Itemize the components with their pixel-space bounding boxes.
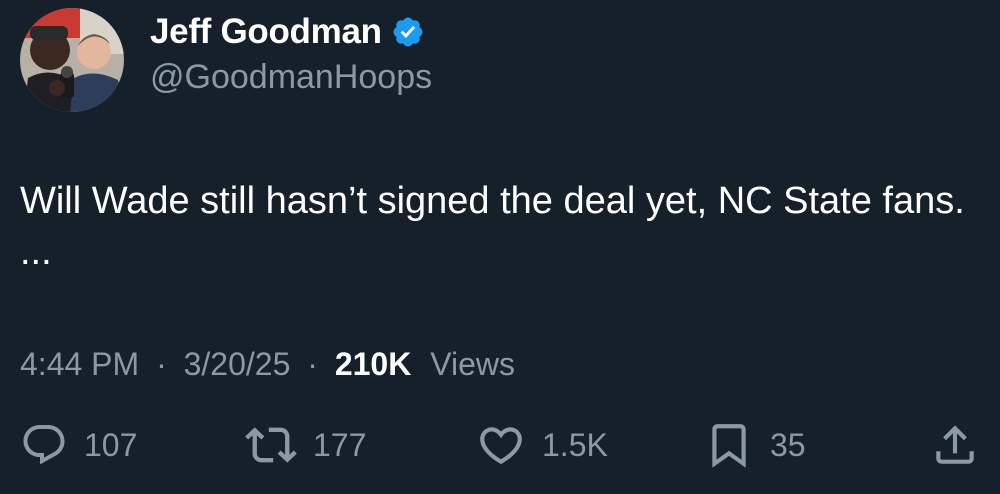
heart-icon — [476, 420, 526, 470]
tweet-meta: 4:44 PM · 3/20/25 · 210K Views — [20, 346, 515, 383]
like-button[interactable]: 1.5K — [476, 420, 608, 470]
share-button[interactable] — [930, 420, 980, 470]
reply-button[interactable]: 107 — [20, 420, 137, 470]
tweet-time[interactable]: 4:44 PM — [20, 346, 139, 382]
author-handle[interactable]: @GoodmanHoops — [150, 58, 432, 97]
repost-button[interactable]: 177 — [245, 420, 366, 470]
views-count: 210K — [334, 346, 412, 382]
meta-separator: · — [307, 346, 318, 382]
action-bar: 107 177 1.5K 35 — [0, 420, 1000, 470]
bookmark-count: 35 — [770, 426, 806, 463]
avatar-image — [20, 8, 124, 112]
reply-icon — [20, 421, 68, 469]
bookmark-icon — [704, 420, 754, 470]
tweet-card: Jeff Goodman @GoodmanHoops Will Wade sti… — [0, 0, 1000, 494]
repost-count: 177 — [313, 426, 367, 463]
repost-icon — [245, 419, 297, 471]
tweet-text: Will Wade still hasn’t signed the deal y… — [20, 180, 976, 273]
like-count: 1.5K — [542, 426, 608, 463]
reply-count: 107 — [84, 426, 138, 463]
bookmark-button[interactable]: 35 — [704, 420, 806, 470]
views-label: Views — [430, 346, 515, 382]
share-icon — [930, 420, 980, 470]
tweet-date[interactable]: 3/20/25 — [184, 346, 291, 382]
author-display-name[interactable]: Jeff Goodman — [150, 12, 382, 52]
meta-separator: · — [156, 346, 167, 382]
verified-badge-icon — [391, 15, 425, 49]
author-name-row: Jeff Goodman — [150, 10, 425, 54]
avatar[interactable] — [20, 8, 124, 112]
